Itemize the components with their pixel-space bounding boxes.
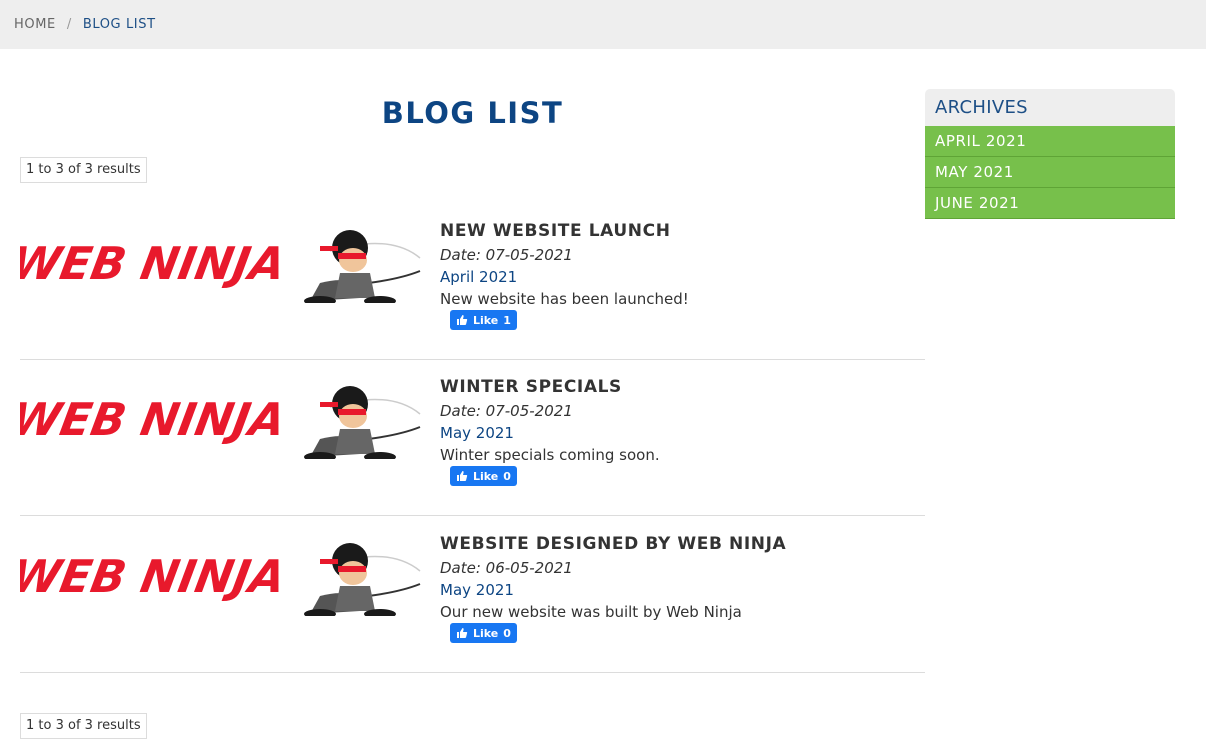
archives-widget: ARCHIVES APRIL 2021 MAY 2021 JUNE 2021 [925,89,1175,219]
blog-post: WEB NINJA WINTER SPECIALS Date: 07-05-20… [20,359,925,516]
like-count: 0 [503,469,511,483]
web-ninja-logo[interactable]: WEB NINJA [20,213,422,303]
like-count: 1 [503,313,511,327]
post-summary: Our new website was built by Web Ninja [440,603,742,621]
facebook-like-button[interactable]: Like 0 [450,466,517,486]
post-title[interactable]: WINTER SPECIALS [440,376,660,398]
thumbs-up-icon [457,315,468,325]
page-title: BLOG LIST [381,96,564,130]
post-content: WINTER SPECIALS Date: 07-05-2021 May 202… [440,376,660,486]
facebook-like-button[interactable]: Like 1 [450,310,517,330]
logo-text: WEB NINJA [20,550,290,603]
post-month-link[interactable]: April 2021 [440,266,689,288]
logo-text: WEB NINJA [20,237,290,290]
like-label: Like [473,313,499,327]
breadcrumb-home-link[interactable]: HOME [14,17,56,32]
post-month-link[interactable]: May 2021 [440,422,660,444]
post-title[interactable]: WEBSITE DESIGNED BY WEB NINJA [440,533,786,555]
post-content: WEBSITE DESIGNED BY WEB NINJA Date: 06-0… [440,533,786,643]
like-label: Like [473,469,499,483]
post-title[interactable]: NEW WEBSITE LAUNCH [440,220,689,242]
facebook-like-button[interactable]: Like 0 [450,623,517,643]
logo-text: WEB NINJA [20,393,290,446]
post-content: NEW WEBSITE LAUNCH Date: 07-05-2021 Apri… [440,220,689,330]
archive-link-june-2021[interactable]: JUNE 2021 [925,188,1175,219]
breadcrumb-bar: HOME / BLOG LIST [0,0,1206,49]
archive-link-may-2021[interactable]: MAY 2021 [925,157,1175,188]
web-ninja-logo[interactable]: WEB NINJA [20,369,422,459]
results-count-bottom: 1 to 3 of 3 results [20,713,147,739]
results-count-top: 1 to 3 of 3 results [20,157,147,183]
breadcrumb-separator: / [66,17,72,32]
thumbs-up-icon [457,628,468,638]
blog-post: WEB NINJA WEBSITE DESIGNED BY WEB NINJA … [20,516,925,673]
archives-heading: ARCHIVES [925,89,1175,126]
thumbs-up-icon [457,471,468,481]
archive-link-april-2021[interactable]: APRIL 2021 [925,126,1175,157]
web-ninja-logo[interactable]: WEB NINJA [20,526,422,616]
post-date: Date: 07-05-2021 [440,246,573,264]
breadcrumb-current: BLOG LIST [82,17,156,32]
post-date: Date: 07-05-2021 [440,402,573,420]
breadcrumb: HOME / BLOG LIST [14,17,156,32]
post-summary: New website has been launched! [440,290,689,308]
post-date: Date: 06-05-2021 [440,559,573,577]
post-month-link[interactable]: May 2021 [440,579,786,601]
like-label: Like [473,626,499,640]
like-count: 0 [503,626,511,640]
post-summary: Winter specials coming soon. [440,446,660,464]
blog-post: WEB NINJA NEW WEBSITE LAUNCH Date: 07-05… [20,203,925,360]
